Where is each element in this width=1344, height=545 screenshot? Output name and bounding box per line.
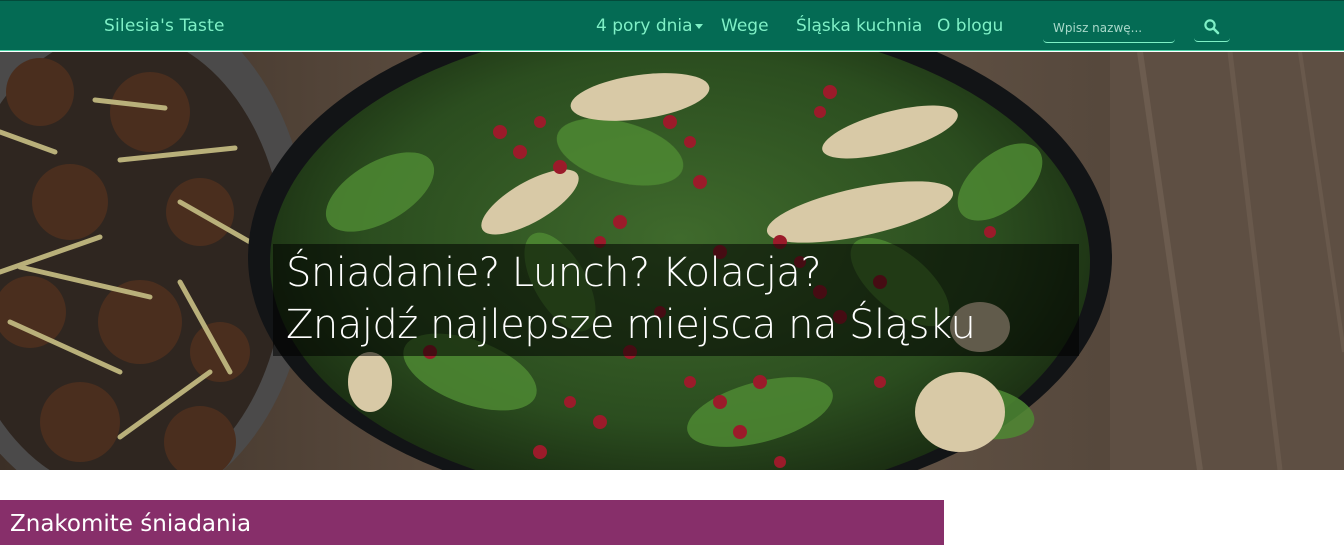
hero-caption: Śniadanie? Lunch? Kolacja? Znajdź najlep… xyxy=(273,244,1079,356)
search-input[interactable] xyxy=(1043,13,1175,43)
section-header-bar: Znakomite śniadania xyxy=(0,500,944,545)
search-icon xyxy=(1204,18,1220,34)
caret-down-icon xyxy=(694,23,703,29)
hero-headline-line-2: Znajdź najlepsze miejsca na Śląsku xyxy=(286,302,976,348)
nav-item-wege[interactable]: Wege xyxy=(721,16,769,36)
hero-headline-line-1: Śniadanie? Lunch? Kolacja? xyxy=(286,250,822,296)
nav-item-o-blogu[interactable]: O blogu xyxy=(937,16,1003,36)
hero-banner: Śniadanie? Lunch? Kolacja? Znajdź najlep… xyxy=(0,52,1344,470)
top-navbar: Silesia's Taste 4 pory dnia Wege Śląska … xyxy=(0,0,1344,51)
nav-item-label: 4 pory dnia xyxy=(596,16,693,36)
brand-link[interactable]: Silesia's Taste xyxy=(104,16,225,36)
nav-item-4-pory-dnia[interactable]: 4 pory dnia xyxy=(596,16,703,36)
nav-item-slaska-kuchnia[interactable]: Śląska kuchnia xyxy=(796,16,922,36)
section-title: Znakomite śniadania xyxy=(10,511,252,537)
search-button[interactable] xyxy=(1194,12,1230,42)
